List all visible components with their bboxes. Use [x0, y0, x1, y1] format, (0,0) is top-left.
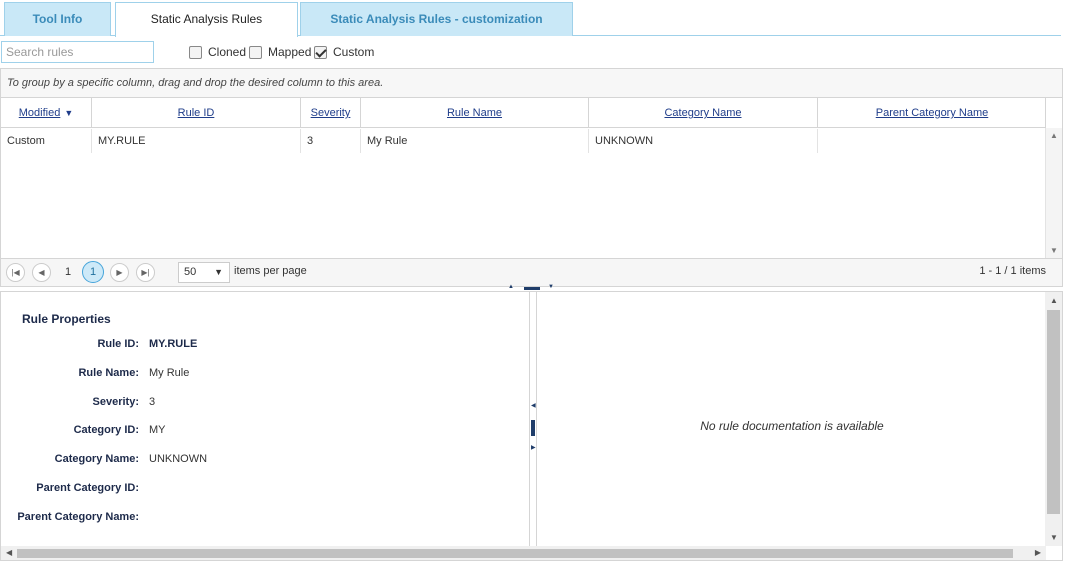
collapse-left-icon[interactable]: ◀: [531, 402, 536, 409]
column-header-severity[interactable]: Severity: [301, 98, 361, 128]
property-value: MY: [149, 424, 166, 436]
column-header-modified[interactable]: Modified ▼: [1, 98, 92, 128]
scrollbar-thumb[interactable]: [17, 549, 1013, 558]
previous-page-icon[interactable]: ◀: [32, 263, 51, 282]
property-value: 3: [149, 396, 156, 408]
column-header-category-name[interactable]: Category Name: [589, 98, 818, 128]
property-label: Parent Category Name:: [17, 511, 139, 523]
property-label: Category Name:: [54, 453, 139, 465]
pager-range-info: 1 - 1 / 1 items: [979, 265, 1046, 277]
cell-rule-id: MY.RULE: [92, 129, 301, 153]
property-label: Parent Category ID:: [36, 482, 139, 494]
vertical-splitter-handle[interactable]: [531, 420, 535, 436]
property-value: UNKNOWN: [149, 453, 208, 465]
mapped-label: Mapped: [268, 45, 312, 59]
scroll-up-icon[interactable]: ▲: [1050, 296, 1058, 305]
tab-static-analysis-rules-customization[interactable]: Static Analysis Rules - customization: [300, 2, 573, 36]
property-rule-id: Rule ID: MY.RULE: [1, 338, 521, 354]
cloned-checkbox[interactable]: [189, 45, 202, 59]
page-number[interactable]: 1: [65, 263, 71, 282]
cell-modified: Custom: [1, 129, 92, 153]
collapse-right-icon[interactable]: ▶: [531, 444, 536, 451]
pager: |◀ ◀ 1 1 ▶ ▶| 50 ▼ items per page 1 - 1 …: [1, 258, 1062, 286]
rule-properties-panel: Rule Properties Rule ID: MY.RULE Rule Na…: [1, 292, 530, 546]
cell-severity: 3: [301, 129, 361, 153]
mapped-checkbox[interactable]: [249, 45, 262, 59]
property-parent-category-name: Parent Category Name:: [1, 511, 521, 527]
search-input[interactable]: [1, 41, 154, 63]
grid-header: Modified ▼ Rule ID Severity Rule Name Cat…: [1, 98, 1047, 128]
details-area: Rule Properties Rule ID: MY.RULE Rule Na…: [0, 291, 1063, 561]
property-rule-name: Rule Name: My Rule: [1, 367, 521, 383]
tab-static-analysis-rules[interactable]: Static Analysis Rules: [115, 2, 298, 37]
cell-category-name: UNKNOWN: [589, 129, 818, 153]
column-header-parent-category-name[interactable]: Parent Category Name: [818, 98, 1047, 128]
property-category-name: Category Name: UNKNOWN: [1, 453, 521, 469]
scroll-up-icon[interactable]: ▲: [1050, 131, 1058, 140]
sort-descending-icon: ▼: [64, 108, 74, 118]
chevron-down-icon: ▼: [214, 267, 223, 277]
scroll-down-icon[interactable]: ▼: [1050, 533, 1058, 542]
no-documentation-message: No rule documentation is available: [700, 419, 884, 433]
last-page-icon[interactable]: ▶|: [136, 263, 155, 282]
column-header-rule-name[interactable]: Rule Name: [361, 98, 589, 128]
property-severity: Severity: 3: [1, 396, 521, 412]
rule-properties-title: Rule Properties: [22, 312, 111, 326]
details-horizontal-scrollbar[interactable]: ◀ ▶: [1, 546, 1046, 560]
filter-mapped[interactable]: Mapped: [249, 45, 311, 59]
tab-tool-info[interactable]: Tool Info: [4, 2, 111, 36]
tab-bar: Tool Info Static Analysis Rules Static A…: [0, 0, 1061, 37]
first-page-icon[interactable]: |◀: [6, 263, 25, 282]
collapse-up-icon[interactable]: ▲: [508, 284, 514, 290]
group-drop-area[interactable]: To group by a specific column, drag and …: [1, 69, 1062, 98]
custom-checkbox[interactable]: [314, 45, 327, 59]
cell-parent-category-name: [818, 129, 1046, 153]
cell-rule-name: My Rule: [361, 129, 589, 153]
scroll-left-icon[interactable]: ◀: [6, 548, 12, 557]
current-page-number[interactable]: 1: [82, 261, 104, 283]
property-label: Rule Name:: [78, 367, 139, 379]
column-header-label: Modified: [18, 107, 61, 119]
details-vertical-scrollbar[interactable]: ▲ ▼: [1045, 292, 1062, 546]
rule-documentation-panel: No rule documentation is available: [536, 292, 1046, 546]
items-per-page-select[interactable]: 50 ▼: [178, 262, 230, 283]
grid-header-scroll-spacer: [1045, 98, 1062, 128]
next-page-icon[interactable]: ▶: [110, 263, 129, 282]
property-label: Severity:: [92, 396, 139, 408]
property-value: My Rule: [149, 367, 190, 379]
items-per-page-value: 50: [184, 266, 197, 278]
property-value: MY.RULE: [149, 338, 198, 350]
cloned-label: Cloned: [208, 45, 247, 59]
property-parent-category-id: Parent Category ID:: [1, 482, 521, 498]
scroll-down-icon[interactable]: ▼: [1050, 246, 1058, 255]
filter-custom[interactable]: Custom: [314, 45, 374, 59]
property-label: Rule ID:: [97, 338, 139, 350]
scrollbar-thumb[interactable]: [1047, 310, 1060, 514]
filter-cloned[interactable]: Cloned: [189, 45, 246, 59]
rules-grid: To group by a specific column, drag and …: [0, 68, 1063, 287]
property-category-id: Category ID: MY: [1, 424, 521, 440]
collapse-down-icon[interactable]: ▼: [548, 284, 554, 290]
table-row[interactable]: Custom MY.RULE 3 My Rule UNKNOWN: [1, 129, 1046, 153]
splitter-handle[interactable]: [524, 287, 540, 290]
column-header-rule-id[interactable]: Rule ID: [92, 98, 301, 128]
custom-label: Custom: [333, 45, 375, 59]
property-label: Category ID:: [73, 424, 139, 436]
scroll-right-icon[interactable]: ▶: [1035, 548, 1041, 557]
items-per-page-label: items per page: [234, 265, 307, 277]
grid-vertical-scrollbar[interactable]: ▲ ▼: [1045, 128, 1062, 258]
